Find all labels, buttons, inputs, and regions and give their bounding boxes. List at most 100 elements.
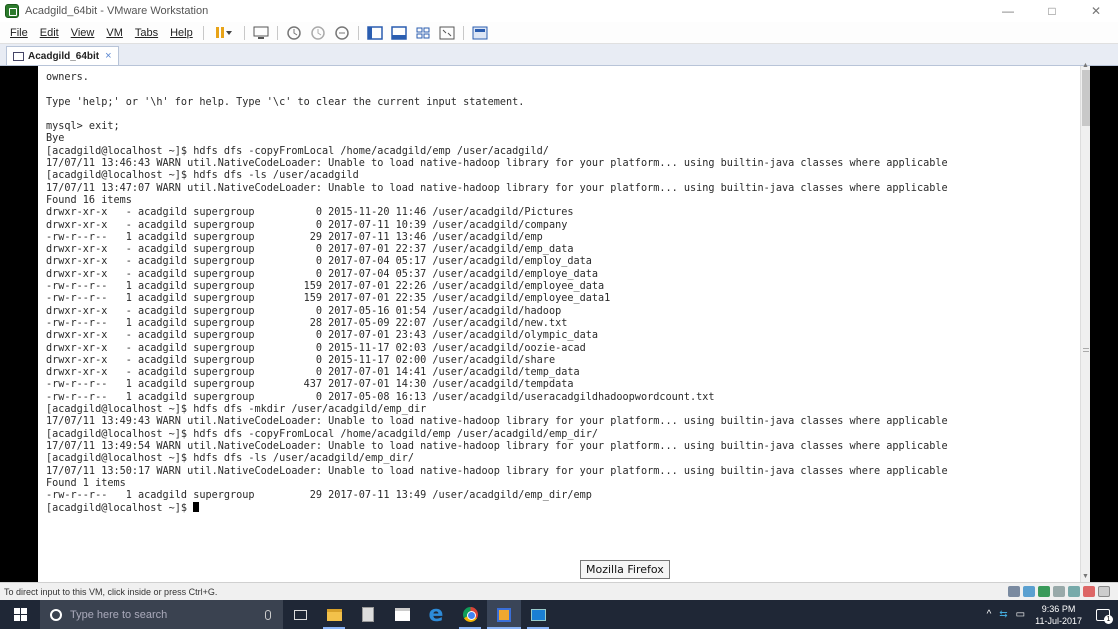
- edge-icon: e: [428, 601, 444, 627]
- terminal-line: [acadgild@localhost ~]$ hdfs dfs -ls /us…: [46, 170, 359, 182]
- minimize-button[interactable]: —: [986, 0, 1030, 22]
- menu-edit[interactable]: Edit: [34, 27, 65, 39]
- snapshot-manager-icon: [334, 25, 349, 40]
- windows-taskbar: Type here to search e ^ ⇆ ▭ 9:36 PM 11-J…: [0, 600, 1118, 629]
- terminal[interactable]: owners. Type 'help;' or '\h' for help. Ty…: [38, 66, 1080, 582]
- terminal-line: Bye: [46, 133, 65, 145]
- terminal-line: 17/07/11 13:49:54 WARN util.NativeCodeLo…: [46, 440, 948, 452]
- thumbnail-icon: [472, 26, 488, 39]
- snapshot-button[interactable]: [284, 24, 304, 42]
- terminal-line: drwxr-xr-x - acadgild supergroup 0 2017-…: [46, 256, 592, 268]
- close-button[interactable]: ✕: [1074, 0, 1118, 22]
- scrollbar-thumb[interactable]: [1082, 70, 1090, 126]
- action-center-icon[interactable]: 1: [1096, 608, 1113, 624]
- task-view-icon: [293, 609, 307, 620]
- system-clock[interactable]: 9:36 PM 11-Jul-2017: [1035, 603, 1082, 627]
- usb-icon[interactable]: [1038, 586, 1050, 597]
- sound-icon[interactable]: [1053, 586, 1065, 597]
- snapshot-icon: [286, 25, 301, 40]
- network-icon[interactable]: [1023, 586, 1035, 597]
- scroll-down-icon[interactable]: ▼: [1082, 573, 1089, 580]
- terminal-line: [acadgild@localhost ~]$ hdfs dfs -ls /us…: [46, 453, 415, 465]
- task-view-button[interactable]: [283, 600, 317, 629]
- chrome-button[interactable]: [453, 600, 487, 629]
- clock-time: 9:36 PM: [1041, 603, 1076, 614]
- menu-view[interactable]: View: [65, 27, 101, 39]
- vm-right-margin: [1090, 66, 1118, 582]
- console-view-button[interactable]: [365, 24, 385, 42]
- terminal-line: -rw-r--r-- 1 acadgild supergroup 29 2017…: [46, 231, 543, 243]
- terminal-line: drwxr-xr-x - acadgild supergroup 0 2015-…: [46, 342, 586, 354]
- stretch-button[interactable]: [437, 24, 457, 42]
- terminal-line: drwxr-xr-x - acadgild supergroup 0 2017-…: [46, 268, 599, 280]
- terminal-line: owners.: [46, 72, 89, 83]
- toolbar-separator: [462, 25, 464, 40]
- show-hidden-icons-icon[interactable]: ^: [987, 609, 992, 620]
- taskbar-search[interactable]: Type here to search: [40, 600, 283, 629]
- maximize-button[interactable]: □: [1030, 0, 1074, 22]
- terminal-line: -rw-r--r-- 1 acadgild supergroup 159 201…: [46, 281, 605, 293]
- hard-disk-icon[interactable]: [1008, 586, 1020, 597]
- cortana-icon: [50, 608, 62, 621]
- menu-tabs[interactable]: Tabs: [129, 27, 164, 39]
- snapshot-manager-button[interactable]: [332, 24, 352, 42]
- vm-tab-strip: Acadgild_64bit ×: [0, 44, 1118, 66]
- menu-vm[interactable]: VM: [100, 27, 129, 39]
- fullscreen-button[interactable]: [389, 24, 409, 42]
- store-button[interactable]: [385, 600, 419, 629]
- window-title: Acadgild_64bit - VMware Workstation: [25, 5, 209, 17]
- unity-icon: [416, 27, 430, 38]
- network-tray-icon[interactable]: ⇆: [999, 609, 1007, 620]
- terminal-line: [acadgild@localhost ~]$ hdfs dfs -copyFr…: [46, 145, 549, 157]
- vmware-icon: [497, 607, 511, 622]
- windows-logo-icon: [13, 608, 27, 621]
- tab-close-icon[interactable]: ×: [105, 50, 111, 62]
- terminal-line: Found 1 items: [46, 477, 126, 489]
- terminal-line: drwxr-xr-x - acadgild supergroup 0 2015-…: [46, 207, 574, 219]
- terminal-line: [acadgild@localhost ~]$ hdfs dfs -copyFr…: [46, 428, 599, 440]
- pause-button[interactable]: [210, 24, 238, 42]
- photos-button[interactable]: [521, 600, 555, 629]
- display-icon[interactable]: [1068, 586, 1080, 597]
- file-explorer-button[interactable]: [317, 600, 351, 629]
- search-placeholder: Type here to search: [70, 608, 168, 621]
- menu-file[interactable]: File: [4, 27, 34, 39]
- terminal-line: 17/07/11 13:50:17 WARN util.NativeCodeLo…: [46, 465, 948, 477]
- console-view-icon: [366, 25, 383, 40]
- terminal-line: drwxr-xr-x - acadgild supergroup 0 2015-…: [46, 354, 556, 366]
- terminal-line: drwxr-xr-x - acadgild supergroup 0 2017-…: [46, 244, 574, 256]
- calculator-button[interactable]: [351, 600, 385, 629]
- thumbnail-button[interactable]: [470, 24, 490, 42]
- fullscreen-toggle-icon[interactable]: [1098, 586, 1110, 597]
- menu-help[interactable]: Help: [164, 27, 199, 39]
- vm-console[interactable]: owners. Type 'help;' or '\h' for help. Ty…: [0, 62, 1118, 582]
- terminal-line: -rw-r--r-- 1 acadgild supergroup 29 2017…: [46, 490, 592, 502]
- text-cursor: [193, 502, 200, 513]
- microphone-icon[interactable]: [265, 609, 271, 620]
- clock-date: 11-Jul-2017: [1035, 615, 1082, 626]
- taskbar-tooltip: Mozilla Firefox: [580, 560, 670, 579]
- terminal-prompt-line[interactable]: [acadgild@localhost ~]$: [38, 502, 1080, 514]
- file-explorer-icon: [326, 608, 342, 621]
- system-tray: ^ ⇆ ▭ 9:36 PM 11-Jul-2017 1: [983, 600, 1118, 629]
- chevron-down-icon: [225, 30, 232, 35]
- start-button[interactable]: [0, 600, 40, 629]
- tab-acadgild-64bit[interactable]: Acadgild_64bit ×: [6, 46, 119, 65]
- terminal-line: -rw-r--r-- 1 acadgild supergroup 0 2017-…: [46, 391, 715, 403]
- terminal-line: drwxr-xr-x - acadgild supergroup 0 2017-…: [46, 219, 568, 231]
- edge-button[interactable]: e: [419, 600, 453, 629]
- unity-button[interactable]: [413, 24, 433, 42]
- revert-snapshot-button[interactable]: [308, 24, 328, 42]
- scroll-up-icon[interactable]: ▲: [1082, 62, 1089, 69]
- volume-icon[interactable]: ▭: [1016, 609, 1025, 620]
- vm-icon: [13, 51, 24, 61]
- stretch-icon: [439, 26, 455, 39]
- vmware-app-icon: [5, 4, 19, 18]
- vertical-scrollbar[interactable]: ▲ ▼: [1080, 62, 1090, 582]
- terminal-line: -rw-r--r-- 1 acadgild supergroup 437 201…: [46, 379, 574, 391]
- send-ctrl-alt-del-button[interactable]: [251, 24, 271, 42]
- message-icon[interactable]: [1083, 586, 1095, 597]
- status-bar: To direct input to this VM, click inside…: [0, 582, 1118, 600]
- vmware-button[interactable]: [487, 600, 521, 629]
